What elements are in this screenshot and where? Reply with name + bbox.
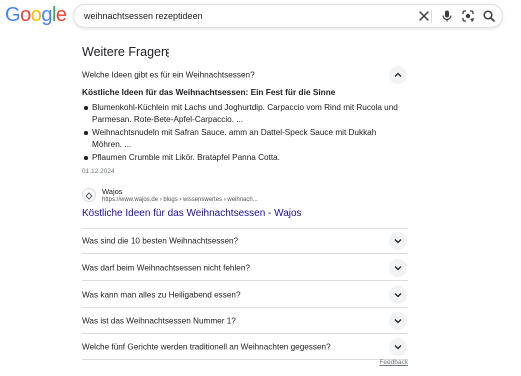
logo-letter: e	[55, 4, 67, 26]
source-url: https://www.wajos.de › blogs › wissenswe…	[102, 197, 258, 203]
search-box[interactable]	[73, 4, 503, 28]
logo-letter: o	[20, 4, 31, 26]
close-icon[interactable]	[417, 9, 431, 23]
chevron-down-icon[interactable]	[389, 311, 407, 330]
more-vert-icon[interactable]	[166, 46, 170, 58]
logo-letter: G	[5, 4, 21, 26]
search-divider	[431, 10, 432, 23]
question-row-expanded[interactable]: Welche Ideen gibt es für ein Weihnachtse…	[82, 62, 408, 88]
chevron-down-icon[interactable]	[389, 232, 407, 250]
result-title-link[interactable]: Köstliche Ideen für das Weihnachtsessen …	[82, 208, 302, 219]
microphone-icon[interactable]	[440, 9, 454, 23]
answer-item: Weihnachtsnudeln mit Safran Sauce. amm a…	[82, 127, 408, 150]
logo-letter: o	[30, 4, 42, 26]
question-row[interactable]: Was kann man alles zu Heiligabend essen?	[82, 282, 408, 308]
question-row[interactable]: Welche fünf Gerichte werden traditionell…	[82, 334, 408, 360]
question-row[interactable]: Was ist das Weihnachtsessen Nummer 1?	[82, 308, 408, 334]
source-name: Wajos	[102, 187, 123, 196]
question-text: Was kann man alles zu Heiligabend essen?	[82, 290, 241, 299]
header: Google	[0, 0, 521, 34]
logo-letter: g	[41, 4, 52, 26]
question-text: Was darf beim Weihnachtsessen nicht fehl…	[82, 263, 250, 272]
feedback-link[interactable]: Feedback	[379, 359, 408, 366]
question-text: Was ist das Weihnachtsessen Nummer 1?	[82, 316, 236, 325]
answer-item: Pflaumen Crumble mit Likör. Bratapfel Pa…	[82, 152, 408, 164]
section-title: Weitere Fragen	[82, 45, 168, 59]
question-text: Welche fünf Gerichte werden traditionell…	[82, 342, 331, 351]
answer-heading: Köstliche Ideen für das Weihnachtsessen:…	[82, 87, 336, 97]
chevron-down-icon[interactable]	[389, 337, 407, 356]
chevron-down-icon[interactable]	[389, 258, 407, 277]
answer-list: Blumenkohl-Küchlein mit Lachs und Joghur…	[82, 102, 408, 166]
answer-date: 01.12.2024	[82, 168, 115, 175]
question-text: Was sind die 10 besten Weihnachtsessen?	[82, 236, 239, 246]
chevron-down-icon[interactable]	[389, 285, 407, 304]
search-input[interactable]	[84, 5, 404, 27]
camera-lens-icon[interactable]	[461, 9, 475, 23]
answer-item: Blumenkohl-Küchlein mit Lachs und Joghur…	[82, 102, 408, 125]
source-attribution[interactable]: Wajos https://www.wajos.de › blogs › wis…	[82, 186, 382, 206]
question-text: Welche Ideen gibt es für ein Weihnachtse…	[82, 70, 255, 80]
chevron-up-icon[interactable]	[389, 66, 407, 84]
search-icon[interactable]	[482, 9, 496, 23]
google-logo[interactable]: Google	[5, 4, 67, 27]
site-favicon-icon	[82, 188, 96, 202]
question-row[interactable]: Was darf beim Weihnachtsessen nicht fehl…	[82, 255, 408, 281]
question-row[interactable]: Was sind die 10 besten Weihnachtsessen?	[82, 228, 408, 254]
